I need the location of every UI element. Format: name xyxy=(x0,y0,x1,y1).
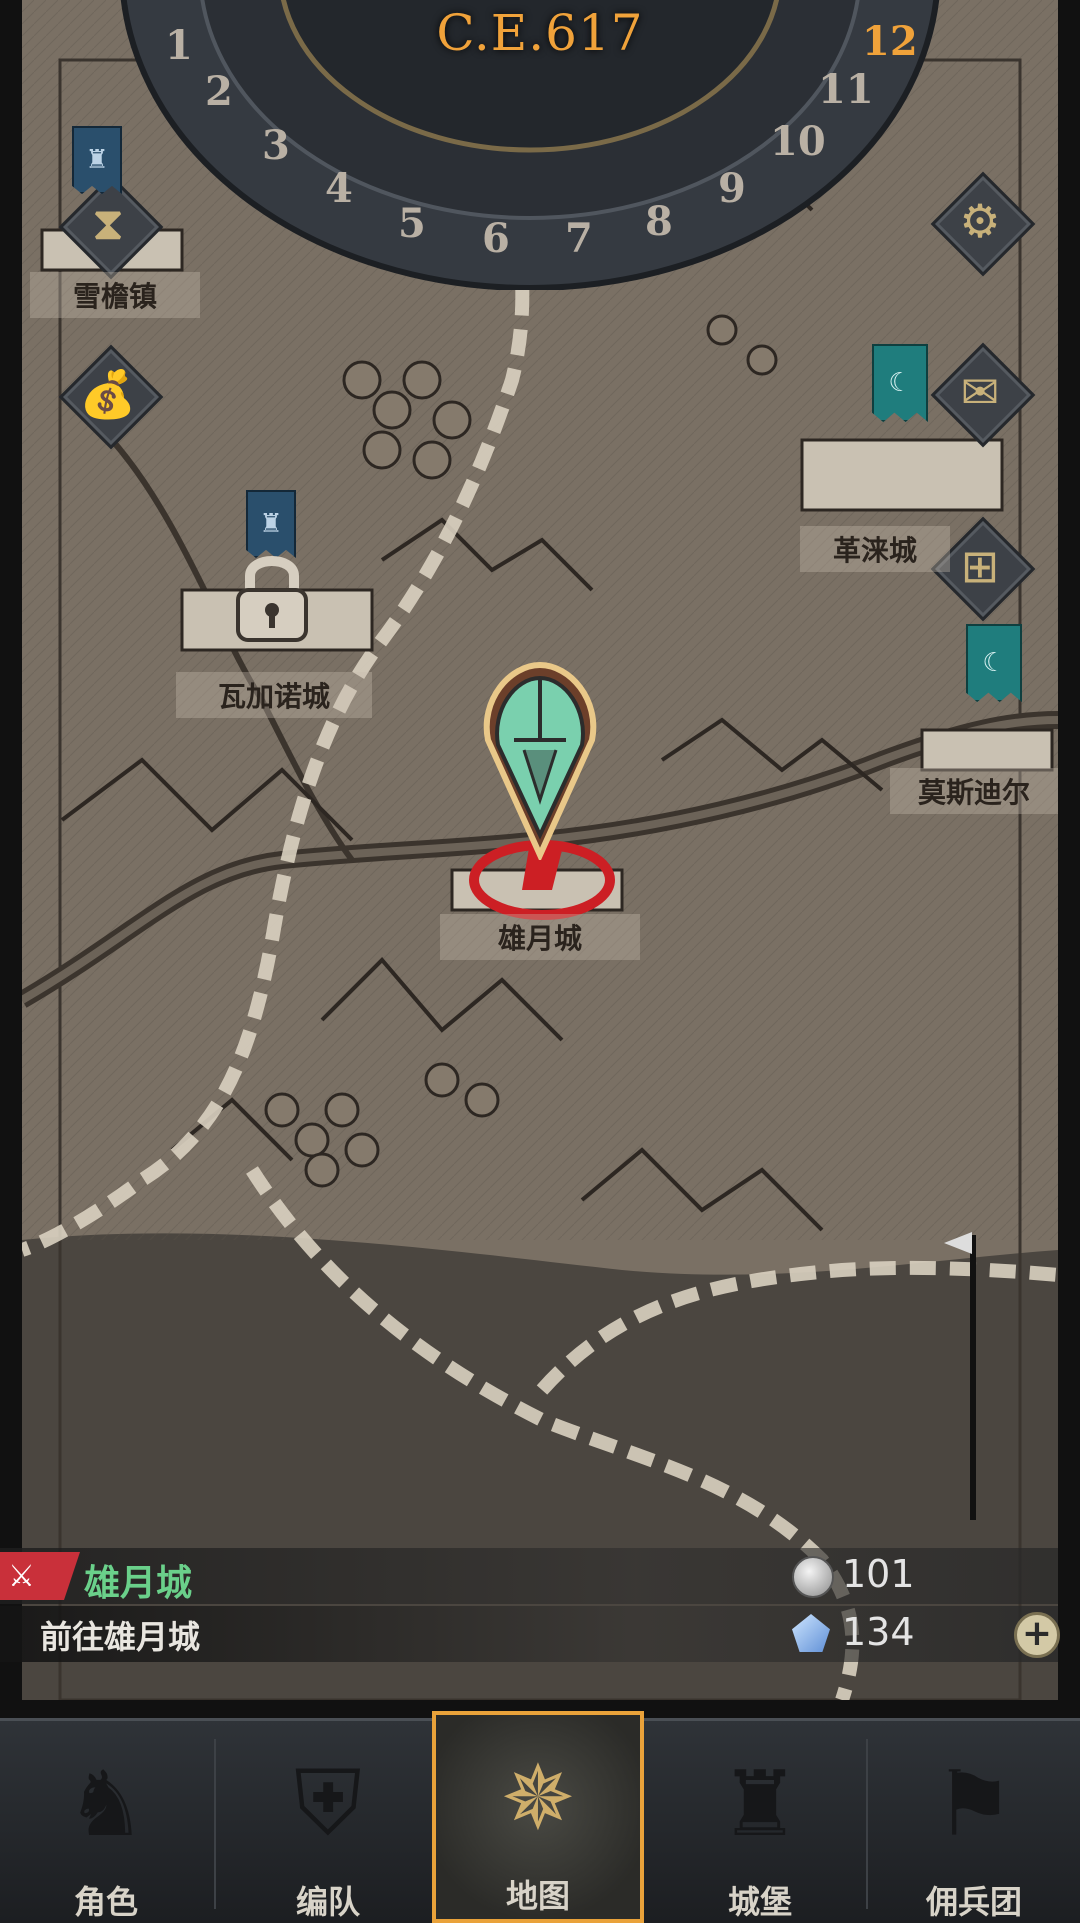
town-label: 雄月城 xyxy=(440,914,640,960)
game-screen: C.E.617 1 2 3 4 5 6 7 8 9 10 11 12 ⧗ 💰 ⚙… xyxy=(0,0,1080,1923)
silver-count: 101 xyxy=(842,1552,915,1596)
town-wajianuo[interactable]: 瓦加诺城 xyxy=(176,672,372,722)
crystal-count: 134 xyxy=(842,1610,915,1654)
knight-icon: ♞ xyxy=(65,1751,147,1857)
tab-label: 佣兵团 xyxy=(925,1883,1022,1921)
game-date: C.E.617 xyxy=(436,4,644,62)
town-label: 莫斯迪尔 xyxy=(890,768,1058,814)
town-xiongyue[interactable]: 雄月城 xyxy=(440,914,640,964)
nav-divider xyxy=(214,1739,216,1909)
tab-mercenary[interactable]: ⚑ 佣兵团 xyxy=(868,1721,1080,1923)
money-bag-button[interactable]: 💰 xyxy=(58,344,164,450)
distance-flagpole xyxy=(970,1235,976,1520)
town-mosidier[interactable]: 莫斯迪尔 xyxy=(890,768,1058,818)
helmet-icon: ⛨ xyxy=(294,1751,362,1856)
month-9: 9 xyxy=(718,165,746,212)
tab-label: 城堡 xyxy=(727,1883,792,1921)
town-xuejian[interactable]: 雪檐镇 xyxy=(30,272,200,322)
compass-icon: ✵ xyxy=(500,1745,576,1851)
month-6: 6 xyxy=(482,215,510,262)
town-label: 革涞城 xyxy=(800,526,950,572)
town-label: 瓦加诺城 xyxy=(176,672,372,718)
gear-icon: ⚙ xyxy=(959,194,1001,248)
month-1: 1 xyxy=(165,22,193,69)
settings-button[interactable]: ⚙ xyxy=(930,171,1036,277)
tab-character[interactable]: ♞ 角色 xyxy=(0,1721,212,1923)
mercenary-icon: ⚑ xyxy=(933,1751,1015,1857)
quest-resource-bar: ⚔ 雄月城 前往雄月城 101 134 + xyxy=(0,1548,1060,1666)
tab-label: 编队 xyxy=(295,1883,360,1921)
faction-banner-teal: ☾ xyxy=(966,624,1022,702)
quest-description[interactable]: 前往雄月城 xyxy=(40,1612,200,1658)
tab-formation[interactable]: ⛨ 编队 xyxy=(222,1721,434,1923)
money-bag-icon: 💰 xyxy=(79,366,137,421)
bottom-nav: ♞ 角色 ⛨ 编队 ✵ 地图 ♜ 城堡 ⚑ 佣兵团 xyxy=(0,1711,1080,1923)
mail-icon: ✉ xyxy=(960,365,1000,419)
month-11: 11 xyxy=(818,66,874,113)
hourglass-icon: ⧗ xyxy=(91,196,125,250)
faction-banner-teal: ☾ xyxy=(872,344,928,422)
silver-coin-icon xyxy=(792,1556,834,1598)
month-8: 8 xyxy=(645,198,673,245)
tab-map[interactable]: ✵ 地图 xyxy=(432,1711,644,1923)
tab-label: 地图 xyxy=(505,1877,570,1915)
town-gelai[interactable]: 革涞城 xyxy=(800,526,950,576)
add-crystal-button[interactable]: + xyxy=(1014,1612,1060,1658)
month-2: 2 xyxy=(205,68,233,115)
tab-label: 角色 xyxy=(73,1883,138,1921)
month-7: 7 xyxy=(565,215,593,262)
lock-icon xyxy=(232,548,312,644)
castle-icon: ♜ xyxy=(719,1751,801,1857)
month-12-current: 12 xyxy=(862,18,918,65)
month-10: 10 xyxy=(770,118,826,165)
tab-castle[interactable]: ♜ 城堡 xyxy=(654,1721,866,1923)
hourglass-button[interactable]: ⧗ xyxy=(58,174,164,280)
month-4: 4 xyxy=(325,165,353,212)
faction-banner-blue: ♜ xyxy=(72,126,122,194)
month-5: 5 xyxy=(398,200,426,247)
hero-location-pin[interactable] xyxy=(480,660,600,860)
town-label: 雪檐镇 xyxy=(30,272,200,318)
month-3: 3 xyxy=(262,122,290,169)
mail-button[interactable]: ✉ xyxy=(930,342,1036,448)
quest-title[interactable]: 雄月城 xyxy=(84,1554,192,1606)
